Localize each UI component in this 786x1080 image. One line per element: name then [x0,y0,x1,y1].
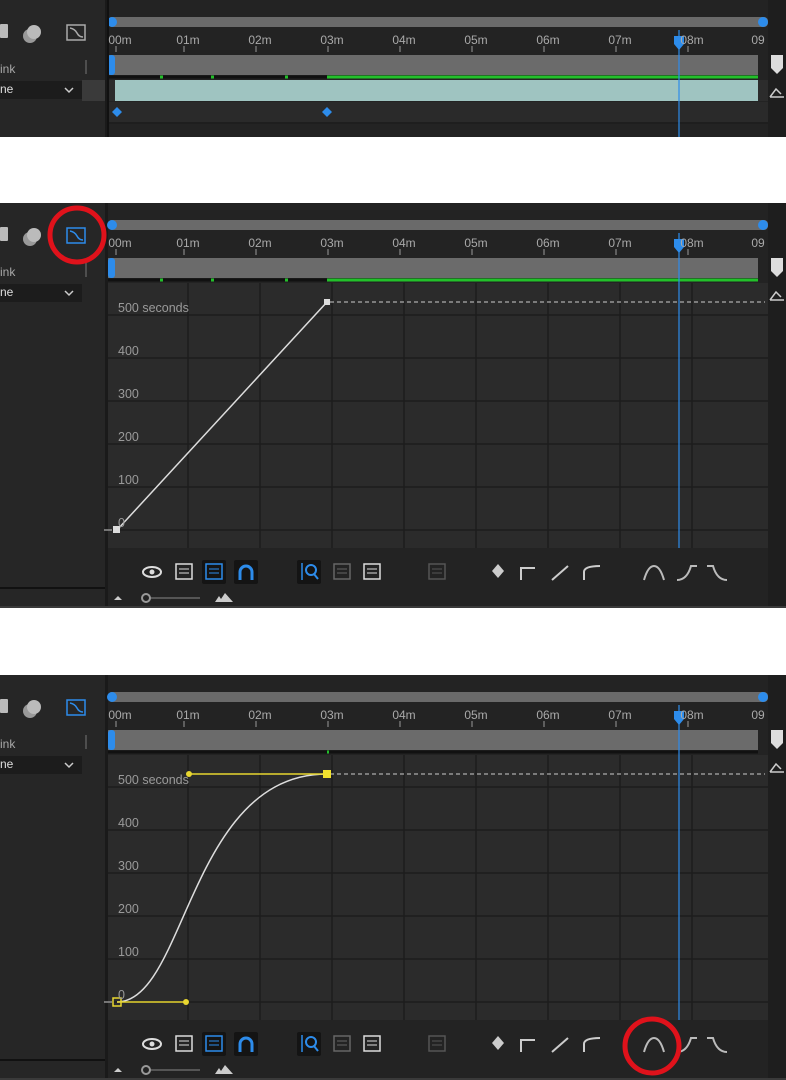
ruler-label: 00m [108,708,132,722]
ruler-label: 05m [464,33,488,47]
ruler-label: 06m [536,236,560,250]
graph-value-label: 400 [118,344,139,358]
timeline-panel-ease: 00m 01m 02m 03m 04m 05m 06m 07m 08m 09 ink ne 500 se… [0,675,786,1080]
ruler-label: 01m [176,236,200,250]
graph-editor [0,283,768,603]
graph-value-label: 100 [118,473,139,487]
graph-area[interactable] [108,755,768,1020]
graph-editor [0,755,768,1075]
list-icon[interactable] [0,227,8,241]
graph-value-label: 300 [118,387,139,401]
zoom-in-icon[interactable] [215,593,233,602]
keyframe-point[interactable] [324,299,330,305]
ruler-label: 07m [608,236,632,250]
zoom-out-icon[interactable] [114,1068,122,1072]
ruler-label: 01m [176,708,200,722]
ruler-label: 06m [536,33,560,47]
ruler-label: 08m [680,708,704,722]
bezier-handle[interactable] [183,999,189,1005]
snap-icon[interactable] [234,560,258,584]
transform-box-icon[interactable] [202,1032,226,1056]
ruler-label: 02m [248,708,272,722]
time-navigator[interactable] [108,220,768,230]
work-area-bar[interactable] [108,258,758,278]
screenshot-composite: 00m 01m 02m 03m 04m 05m 06m 07m 08m 09 ink ne 00m 01m… [0,0,786,1080]
cache-bar [327,75,758,79]
ruler-label: 01m [176,33,200,47]
ruler-label: 04m [392,33,416,47]
list-icon[interactable] [0,24,8,38]
ruler-label: 04m [392,708,416,722]
graph-value-label: 500 seconds [118,773,189,787]
graph-value-label: 400 [118,816,139,830]
zoom-in-icon[interactable] [215,1065,233,1074]
zoom-slider[interactable] [141,1065,151,1075]
graph-value-label: 200 [118,902,139,916]
list-icon[interactable] [0,699,8,713]
graph-value-label: 100 [118,945,139,959]
zoom-slider[interactable] [141,593,151,603]
layer-name-label: ink [0,737,16,751]
dropdown-value: ne [0,82,14,96]
ruler-label: 09 [751,33,765,47]
ruler-label: 08m [680,33,704,47]
layer-column [0,203,105,608]
work-area-bar[interactable] [108,730,758,750]
timeline-panel-linear: 00m 01m 02m 03m 04m 05m 06m 07m 08m 09 ink ne 500 se… [0,203,786,608]
ruler-label: 09 [751,708,765,722]
layer-name-label: ink [0,62,16,76]
layer-column [0,0,105,137]
snap-icon[interactable] [234,1032,258,1056]
graph-value-label: 0 [118,988,125,1002]
ruler-label: 07m [608,33,632,47]
time-navigator[interactable] [108,692,768,702]
ruler-label: 08m [680,236,704,250]
ruler-label: 06m [536,708,560,722]
zoom-out-icon[interactable] [114,596,122,600]
work-area-bar[interactable] [108,55,758,75]
auto-zoom-icon[interactable] [297,1032,321,1056]
ruler-label: 05m [464,708,488,722]
ruler-label: 05m [464,236,488,250]
graph-value-label: 500 seconds [118,301,189,315]
time-navigator[interactable] [108,17,768,27]
ruler-label: 02m [248,236,272,250]
transform-box-icon[interactable] [202,560,226,584]
ruler-label: 00m [108,33,132,47]
layer-name-label: ink [0,265,16,279]
ruler-label: 00m [108,236,132,250]
cache-bar [327,278,758,282]
ruler-label: 07m [608,708,632,722]
graph-value-label: 200 [118,430,139,444]
dropdown-value: ne [0,285,14,299]
timeline-panel-layers: 00m 01m 02m 03m 04m 05m 06m 07m 08m 09 ink ne [0,0,786,137]
layer-column [0,675,105,1080]
graph-value-label: 300 [118,859,139,873]
graph-value-label: 0 [118,516,125,530]
auto-zoom-icon[interactable] [297,560,321,584]
ruler-label: 03m [320,33,344,47]
graph-area[interactable] [108,283,768,548]
ruler-label: 02m [248,33,272,47]
layer-bar[interactable] [115,80,758,101]
dropdown-value: ne [0,757,14,771]
ruler-label: 09 [751,236,765,250]
ruler-label: 03m [320,236,344,250]
ruler-label: 04m [392,236,416,250]
ruler-label: 03m [320,708,344,722]
keyframe-point[interactable] [323,770,331,778]
